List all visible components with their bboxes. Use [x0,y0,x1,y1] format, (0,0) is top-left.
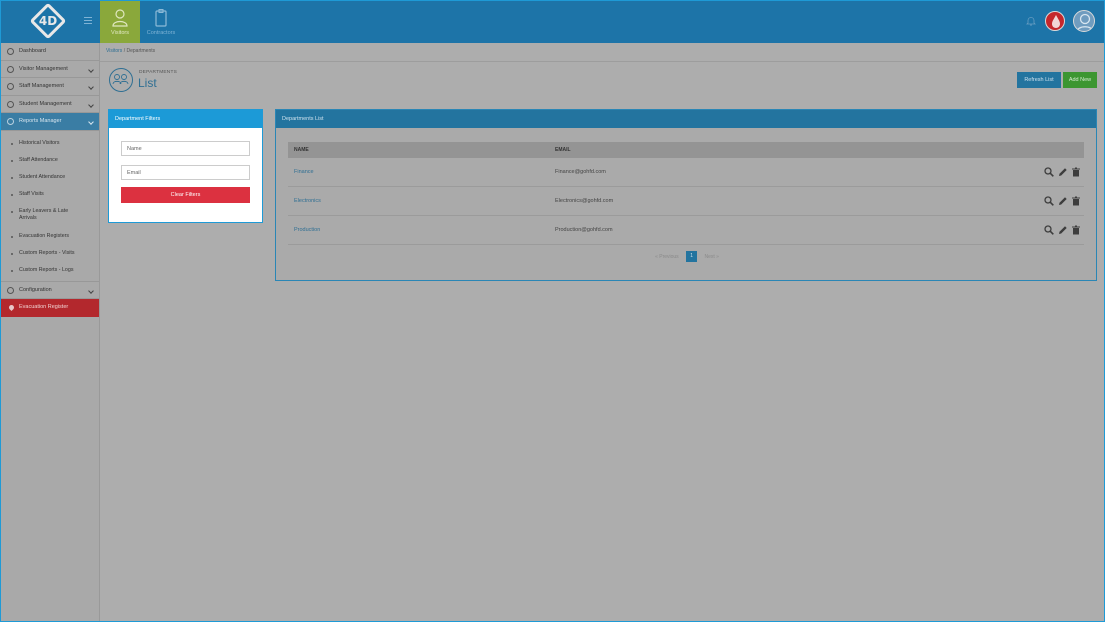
evacuation-alert-button[interactable] [1045,11,1065,31]
sidebar-item-label: Student Management [19,100,72,107]
submenu-student-attendance[interactable]: Student Attendance [1,169,99,186]
departments-list-panel: Departments List NAME EMAIL Finance Fina… [275,109,1097,281]
pencil-icon[interactable] [1058,167,1068,177]
user-avatar-icon[interactable] [1073,10,1095,32]
chevron-down-icon [88,119,94,125]
submenu-custom-reports-visits[interactable]: Custom Reports - Visits [1,245,99,262]
sidebar-item-dashboard[interactable]: Dashboard [1,43,99,61]
logo-text: 4D [38,14,58,28]
blood-drop-icon [7,303,16,312]
tab-visitors-label: Visitors [111,30,129,36]
page-title: List [138,76,157,90]
user-icon [7,65,14,73]
page-subtitle: DEPARTMENTS [139,70,178,75]
pencil-icon[interactable] [1058,225,1068,235]
app-frame: 4D Visitors Contractors Dashboard Visito… [0,0,1105,622]
department-email: Electronics@gohfd.com [555,198,614,204]
department-email: Production@gohfd.com [555,227,613,233]
submenu-staff-attendance[interactable]: Staff Attendance [1,152,99,169]
sidebar-item-staff-management[interactable]: Staff Management [1,78,99,96]
breadcrumb-divider [100,61,1104,62]
chevron-down-icon [88,287,94,294]
name-filter-input[interactable] [121,141,250,156]
table-row: Production Production@gohfd.com [288,216,1084,245]
reports-submenu: Historical Visitors Staff Attendance Stu… [1,131,99,282]
trash-icon[interactable] [1071,167,1081,177]
tab-contractors-label: Contractors [146,30,176,36]
column-header-name[interactable]: NAME [294,147,309,153]
trash-icon[interactable] [1071,225,1081,235]
department-name-link[interactable]: Production [294,227,320,233]
list-panel-title: Departments List [276,110,1096,128]
submenu-custom-reports-logs[interactable]: Custom Reports - Logs [1,262,99,279]
sidebar-item-label: Visitor Management [19,65,68,72]
breadcrumb-current: Departments [126,48,156,54]
breadcrumb: Visitors / Departments [106,48,155,54]
submenu-evacuation-registers[interactable]: Evacuation Registers [1,228,99,245]
sidebar-item-configuration[interactable]: Configuration [1,282,99,299]
id-card-icon [7,83,14,90]
tab-contractors[interactable]: Contractors [141,1,181,43]
pagination: « Previous 1 Next » [276,251,1098,262]
hamburger-menu-icon[interactable] [84,17,92,24]
refresh-list-button[interactable]: Refresh List [1017,72,1061,88]
email-filter-input[interactable] [121,165,250,180]
pagination-next[interactable]: Next » [704,254,718,260]
pagination-previous[interactable]: « Previous [655,254,679,260]
sidebar-item-label: Evacuation Register [19,304,69,310]
pagination-page-1[interactable]: 1 [686,251,698,262]
sidebar-item-evacuation-register[interactable]: Evacuation Register [1,299,99,317]
bell-icon[interactable] [1026,16,1036,26]
blood-drop-icon [1052,15,1060,28]
student-icon [7,100,14,108]
trash-icon[interactable] [1071,196,1081,206]
sidebar-item-reports-manager[interactable]: Reports Manager [1,113,99,131]
submenu-staff-visits[interactable]: Staff Visits [1,186,99,203]
filters-panel-title: Department Filters [109,110,262,128]
chevron-down-icon [88,66,94,73]
sidebar-item-label: Configuration [19,286,52,293]
search-icon[interactable] [1044,196,1054,206]
department-name-link[interactable]: Electronics [294,198,321,204]
gear-icon [7,286,14,294]
department-name-link[interactable]: Finance [294,169,314,175]
search-icon[interactable] [1044,167,1054,177]
sidebar: Dashboard Visitor Management Staff Manag… [1,43,100,621]
chevron-down-icon [88,101,94,108]
sidebar-item-label: Staff Management [19,83,64,89]
main-content: Visitors / Departments DEPARTMENTS List … [100,43,1104,621]
table-row: Electronics Electronics@gohfd.com [288,187,1084,216]
reports-icon [7,118,14,125]
tab-visitors[interactable]: Visitors [100,1,140,43]
clipboard-icon [155,9,167,27]
visitor-icon [112,9,128,27]
departments-icon [109,68,133,92]
add-new-button[interactable]: Add New [1063,72,1097,88]
departments-table: NAME EMAIL Finance Finance@gohfd.com Ele… [288,142,1084,245]
department-filters-panel: Department Filters Clear Filters [108,109,263,223]
logo-area[interactable]: 4D [1,1,99,43]
sidebar-item-visitor-management[interactable]: Visitor Management [1,61,99,78]
search-icon[interactable] [1044,225,1054,235]
table-header: NAME EMAIL [288,142,1084,158]
sidebar-item-student-management[interactable]: Student Management [1,96,99,113]
table-row: Finance Finance@gohfd.com [288,158,1084,187]
top-navigation-bar: 4D Visitors Contractors [1,1,1104,43]
submenu-historical-visitors[interactable]: Historical Visitors [1,135,99,152]
chevron-down-icon [88,84,94,90]
breadcrumb-root[interactable]: Visitors [106,48,122,54]
sidebar-item-label: Reports Manager [19,118,62,124]
breadcrumb-separator: / [123,48,126,54]
dashboard-icon [7,48,14,55]
submenu-early-leavers[interactable]: Early Leavers & Late Arrivals [1,203,73,228]
sidebar-item-label: Dashboard [19,48,46,54]
pencil-icon[interactable] [1058,196,1068,206]
department-email: Finance@gohfd.com [555,169,606,175]
clear-filters-button[interactable]: Clear Filters [121,187,250,203]
column-header-email[interactable]: EMAIL [555,147,571,153]
